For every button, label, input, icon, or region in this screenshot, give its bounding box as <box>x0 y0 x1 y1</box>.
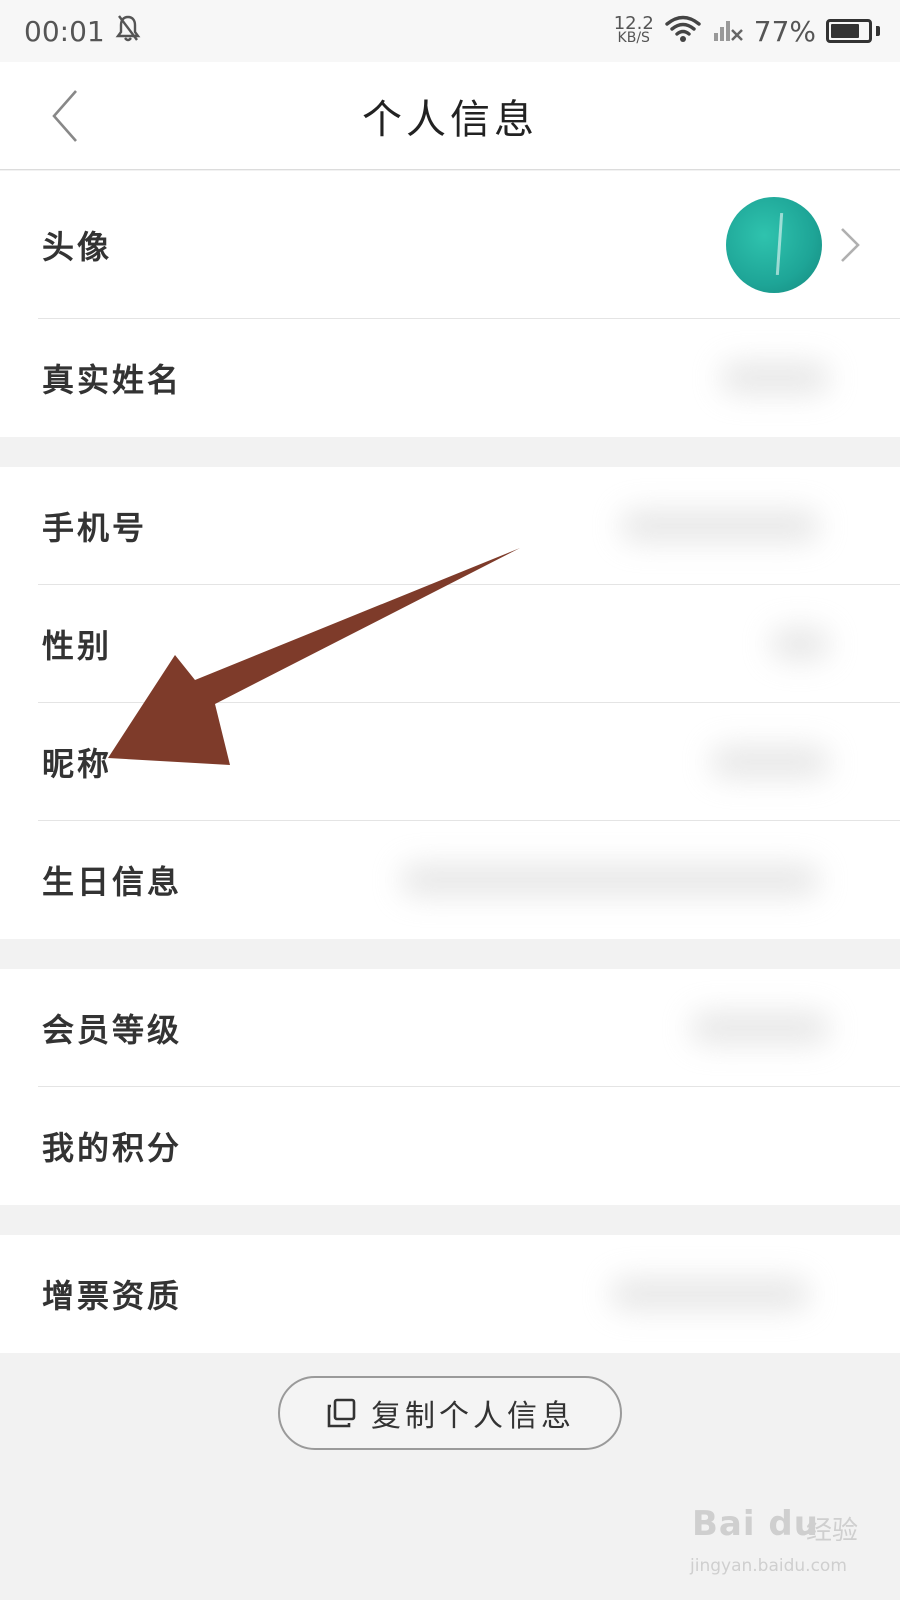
status-bar: 00:01 12.2 KB/S 77% <box>0 0 900 62</box>
blurred-value <box>770 627 830 661</box>
watermark-url: jingyan.baidu.com <box>690 1556 847 1576</box>
row-label-avatar: 头像 <box>42 228 113 266</box>
row-birthday[interactable]: 生日信息 <box>0 821 900 939</box>
blurred-value <box>610 1277 810 1311</box>
avatar[interactable] <box>726 197 822 293</box>
copy-info-button[interactable]: 复制个人信息 <box>278 1376 622 1450</box>
blurred-value <box>720 361 830 395</box>
blurred-value <box>690 1011 830 1045</box>
row-avatar[interactable]: 头像 <box>0 171 900 319</box>
row-label-gender: 性别 <box>42 627 113 665</box>
page-title: 个人信息 <box>362 97 538 143</box>
signal-icon <box>712 13 744 50</box>
status-right: 12.2 KB/S 77% <box>614 13 880 50</box>
profile-list: 头像 真实姓名 手机号 性别 昵称 生日信息 会员等级 我的积分 增票资质 <box>0 171 900 1353</box>
wifi-icon <box>664 13 702 50</box>
baidu-watermark: Bai du 经验 jingyan.baidu.com <box>688 1500 888 1590</box>
status-left: 00:01 <box>24 13 141 50</box>
row-label-nickname: 昵称 <box>42 745 113 783</box>
watermark-cn: 经验 <box>806 1516 859 1546</box>
watermark-brand: Bai du <box>692 1504 819 1544</box>
row-points[interactable]: 我的积分 <box>0 1087 900 1205</box>
net-speed: 12.2 KB/S <box>613 13 654 46</box>
row-label-member-level: 会员等级 <box>42 1011 183 1049</box>
blurred-value <box>710 745 830 779</box>
blurred-value <box>620 509 820 543</box>
section-gap <box>0 1205 900 1235</box>
copy-icon <box>327 1398 356 1428</box>
battery-percent: 77% <box>753 14 816 48</box>
copy-info-label: 复制个人信息 <box>371 1399 575 1434</box>
row-label-real-name: 真实姓名 <box>42 361 183 399</box>
section-gap <box>0 939 900 969</box>
chevron-right-icon <box>841 228 860 262</box>
row-label-phone: 手机号 <box>42 509 148 547</box>
net-speed-unit: KB/S <box>617 30 650 46</box>
header: 个人信息 <box>0 62 900 170</box>
row-label-vat-qualification: 增票资质 <box>42 1277 183 1315</box>
row-vat-qualification[interactable]: 增票资质 <box>0 1235 900 1353</box>
row-gender[interactable]: 性别 <box>0 585 900 703</box>
net-speed-value: 12.2 <box>613 13 654 34</box>
row-phone[interactable]: 手机号 <box>0 467 900 585</box>
battery-fill <box>831 24 859 38</box>
section-gap <box>0 437 900 467</box>
blurred-value <box>400 863 820 897</box>
bell-off-icon <box>115 13 141 50</box>
row-member-level[interactable]: 会员等级 <box>0 969 900 1087</box>
row-real-name[interactable]: 真实姓名 <box>0 319 900 437</box>
battery-icon <box>826 19 880 43</box>
row-label-points: 我的积分 <box>42 1129 183 1167</box>
status-time: 00:01 <box>24 14 105 48</box>
row-nickname[interactable]: 昵称 <box>0 703 900 821</box>
row-label-birthday: 生日信息 <box>42 863 183 901</box>
